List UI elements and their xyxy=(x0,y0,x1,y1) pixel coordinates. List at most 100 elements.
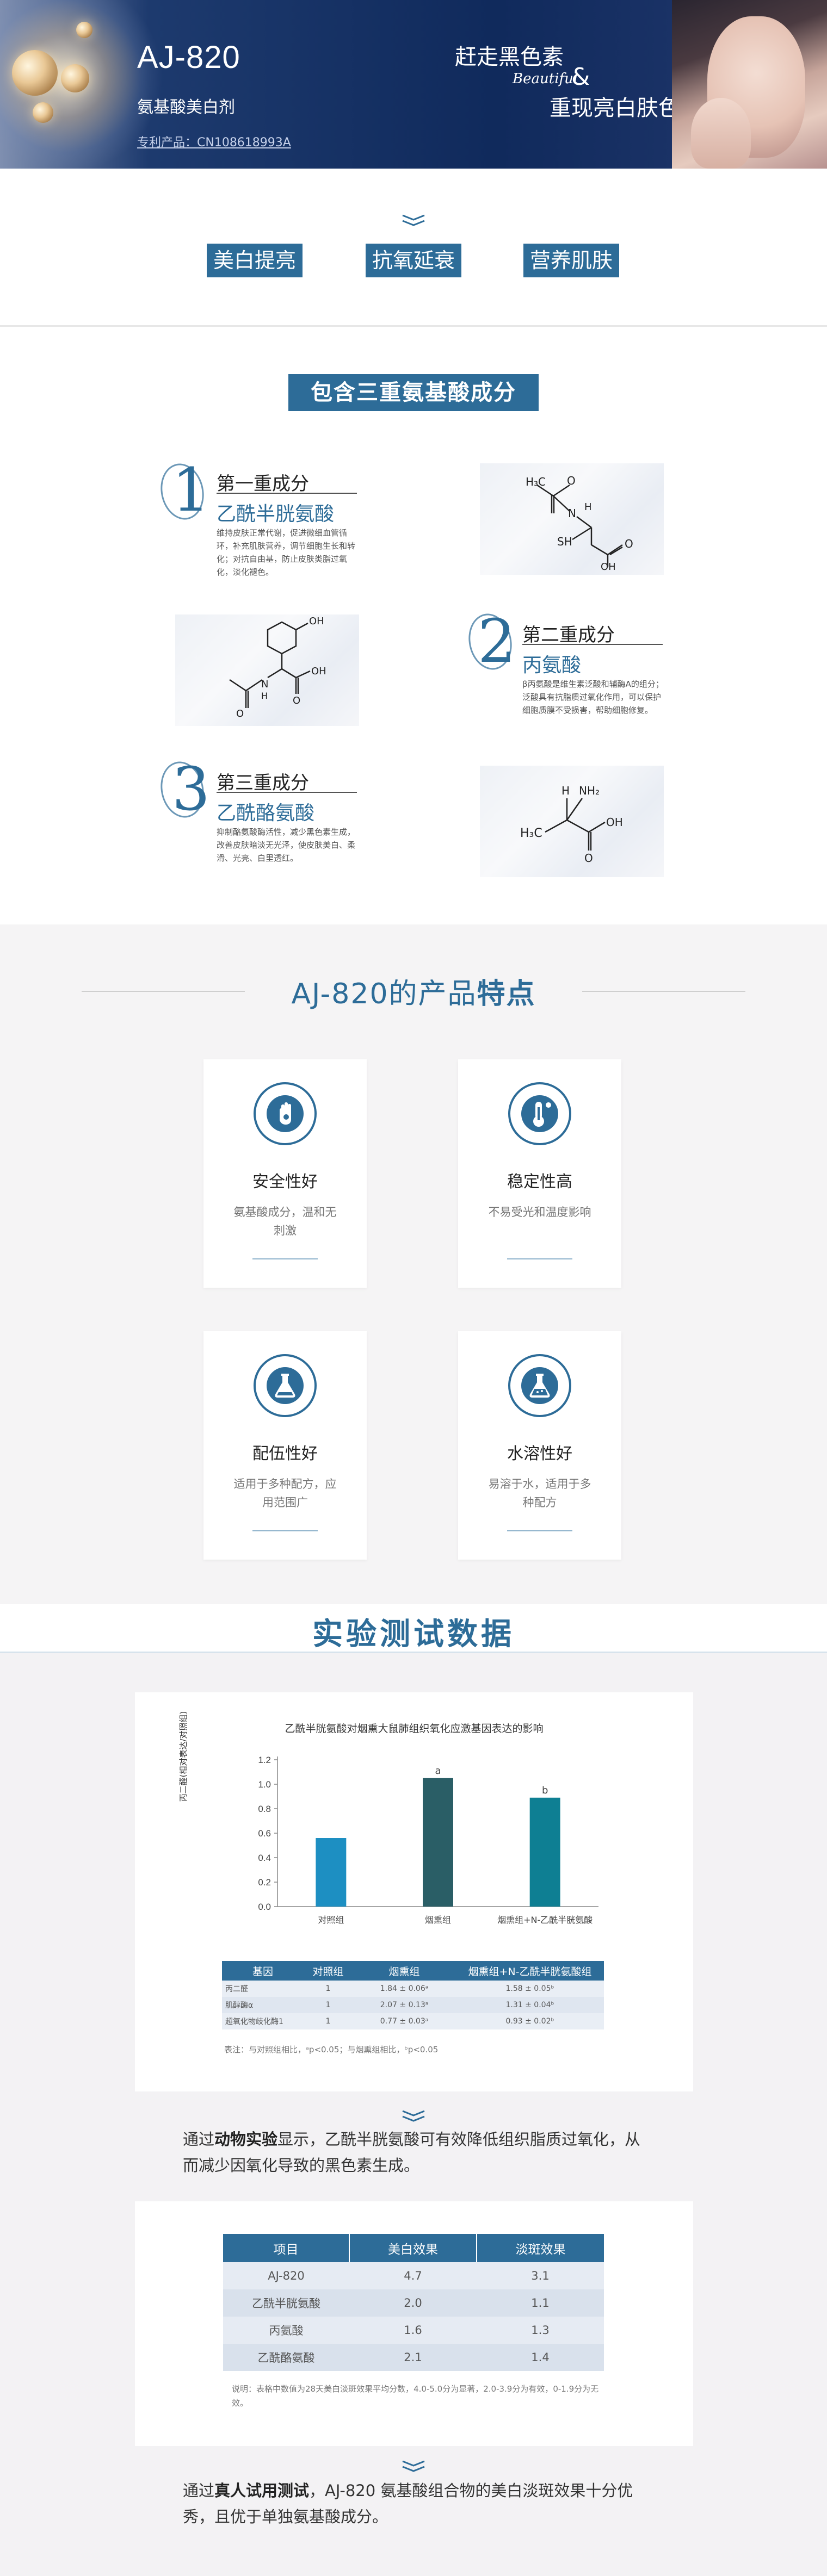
atom-label: OH xyxy=(309,616,324,627)
x-tick-label: 烟熏组+N-乙酰半胱氨酸 xyxy=(497,1915,593,1925)
feature-card-compatibility: 配伍性好 适用于多种配方，应用范围广 xyxy=(203,1331,367,1560)
table-cell: 丙二醛 xyxy=(225,1985,248,1994)
table-row: AJ-820 4.7 3.1 xyxy=(223,2262,604,2289)
table-cell: 2.1 xyxy=(404,2351,422,2364)
atom-label: N xyxy=(568,507,576,520)
ingredient-desc-2: β丙氨酸是维生素泛酸和辅酶A的组分；泛酸具有抗脂质过氧化作用，可以保护细胞质膜不… xyxy=(522,679,664,715)
table-row: 丙二醛 1 1.84 ± 0.06ᵃ 1.58 ± 0.05ᵇ xyxy=(222,1981,604,1997)
features-title-prefix: AJ-820的产品 xyxy=(291,978,477,1010)
atom-label: SH xyxy=(557,535,572,548)
atom-label: O xyxy=(293,695,301,706)
feature-card-title: 稳定性高 xyxy=(507,1172,572,1191)
human-test-paragraph: 通过真人试用测试，AJ-820 氨基酸组合物的美白淡斑效果十分优秀，且优于单独氨… xyxy=(183,2478,651,2530)
y-tick-label: 1.0 xyxy=(258,1779,271,1790)
chevron-down-icon xyxy=(402,214,425,227)
ingredient-desc-3: 抑制酪氨酸酶活性，减少黑色素生成，改善皮肤暗淡无光泽，使皮肤美白、柔滑、光亮、白… xyxy=(217,827,356,863)
table-cell: 1.84 ± 0.06ᵃ xyxy=(380,1984,429,1993)
hero-ampersand: & xyxy=(571,63,590,91)
para-text: 通过 xyxy=(183,2481,215,2500)
atom-label: O xyxy=(625,537,633,550)
y-tick-label: 0.0 xyxy=(258,1902,271,1912)
thermometer-icon xyxy=(521,1095,558,1132)
table-cell: 2.07 ± 0.13ᵃ xyxy=(380,2001,429,2009)
table-header: 基因 xyxy=(222,1961,304,1981)
para-bold: 真人试用测试 xyxy=(214,2481,310,2500)
table-row: 肌醇酶α 1 2.07 ± 0.13ᵃ 1.31 ± 0.04ᵇ xyxy=(222,1997,604,2013)
card-underline xyxy=(507,1530,572,1531)
table-cell: 丙氨酸 xyxy=(269,2324,304,2337)
bar xyxy=(423,1778,453,1907)
ingredient-name-2: 丙氨酸 xyxy=(522,654,582,676)
table-cell: 1.4 xyxy=(531,2351,550,2364)
ingredient-head-3: 第三重成分 xyxy=(217,772,309,794)
patent-link[interactable]: 专利产品：CN108618993A xyxy=(137,133,291,150)
table-cell: 1 xyxy=(325,2017,331,2026)
card-underline xyxy=(252,1258,318,1259)
data-title: 实验测试数据 xyxy=(312,1617,515,1652)
ingredient-head-2: 第二重成分 xyxy=(522,624,615,646)
flask-icon xyxy=(267,1367,304,1404)
y-tick-label: 0.8 xyxy=(258,1804,271,1814)
atom-label: OH xyxy=(311,666,326,677)
feature-card-stability: 稳定性高 不易受光和温度影响 xyxy=(458,1059,621,1288)
page: AJ-820 氨基酸美白剂 专利产品：CN108618993A 赶走黑色素 Be… xyxy=(0,0,827,2576)
table-row: 丙氨酸 1.6 1.3 xyxy=(223,2317,604,2344)
hero-script-text: Beautiful xyxy=(513,71,578,87)
molecule-alanine: H NH₂ H₃C OH O xyxy=(480,766,664,877)
feature-card-title: 安全性好 xyxy=(252,1172,318,1191)
para-bold: 动物实验 xyxy=(214,2130,278,2149)
atom-label: O xyxy=(567,474,576,487)
table-cell: 1.3 xyxy=(531,2324,550,2337)
table-cell: 4.7 xyxy=(404,2269,422,2282)
tag-nourish: 营养肌肤 xyxy=(523,244,619,277)
serum-bubble xyxy=(12,50,58,96)
ingredient-number-3: 3 xyxy=(172,754,210,824)
card-underline xyxy=(252,1530,318,1531)
table-row: 超氧化物歧化酶1 1 0.77 ± 0.03ᵃ 0.93 ± 0.02ᵇ xyxy=(222,2013,604,2029)
features-section xyxy=(0,924,827,1604)
hero-title: AJ-820 xyxy=(137,40,240,75)
ingredient-line xyxy=(217,792,357,793)
efficacy-note: 说明：表格中数值为28天美白淡斑效果平均分数，4.0-5.0分为显著，2.0-3… xyxy=(232,2384,599,2408)
ingredient-line xyxy=(522,644,663,645)
table-row: 乙酰酪氨酸 2.1 1.4 xyxy=(223,2344,604,2371)
atom-label: OH xyxy=(606,816,623,829)
atom-label: H₃C xyxy=(526,475,546,488)
table-cell: 1 xyxy=(325,2001,331,2009)
serum-bubble xyxy=(76,22,92,38)
feature-card-solubility: 水溶性好 易溶于水，适用于多种配方 xyxy=(458,1331,621,1560)
y-tick-label: 1.2 xyxy=(258,1755,271,1765)
hero-slogan-2: 重现亮白肤色 xyxy=(550,96,680,121)
atom-label: H xyxy=(561,784,570,797)
para-text: 通过 xyxy=(183,2130,215,2149)
table-header: 对照组 xyxy=(304,1961,353,1981)
feature-card-title: 配伍性好 xyxy=(252,1444,318,1463)
feature-card-desc: 氨基酸成分，温和无刺激 xyxy=(233,1206,337,1237)
ingredient-line xyxy=(217,493,357,494)
chart-title: 乙酰半胱氨酸对烟熏大鼠肺组织氧化应激基因表达的影响 xyxy=(285,1723,544,1735)
table-cell: 1.31 ± 0.04ᵇ xyxy=(505,2001,554,2009)
atom-label: H xyxy=(584,501,592,513)
x-tick-label: 烟熏组 xyxy=(425,1915,451,1925)
data-label: b xyxy=(542,1785,548,1796)
table-cell: 3.1 xyxy=(531,2269,550,2282)
table-header: 美白效果 xyxy=(349,2234,477,2262)
table-cell: 0.77 ± 0.03ᵃ xyxy=(380,2017,429,2026)
table-cell: 2.0 xyxy=(404,2296,422,2310)
icon-ring xyxy=(254,1354,317,1417)
atom-label: O xyxy=(236,708,244,719)
icon-ring xyxy=(508,1082,571,1145)
molecule-acetylcysteine: H₃C O N H SH O OH xyxy=(480,463,664,575)
table-cell: 1.1 xyxy=(531,2296,550,2310)
table-cell: AJ-820 xyxy=(268,2269,305,2282)
icon-ring xyxy=(254,1082,317,1145)
feature-card-desc: 不易受光和温度影响 xyxy=(488,1206,591,1219)
chevron-down-icon xyxy=(402,2110,425,2123)
ingredient-number-1: 1 xyxy=(172,455,210,525)
ingredient-desc-1: 维持皮肤正常代谢，促进微细血管循环，补充肌肤营养，调节细胞生长和转化；对抗自由基… xyxy=(217,528,356,577)
table-cell: 超氧化物歧化酶1 xyxy=(225,2018,283,2026)
bar xyxy=(316,1838,347,1907)
feature-card-desc: 易溶于水，适用于多种配方 xyxy=(488,1478,591,1509)
atom-label: H xyxy=(261,691,268,701)
ingredients-title: 包含三重氨基酸成分 xyxy=(288,374,539,411)
